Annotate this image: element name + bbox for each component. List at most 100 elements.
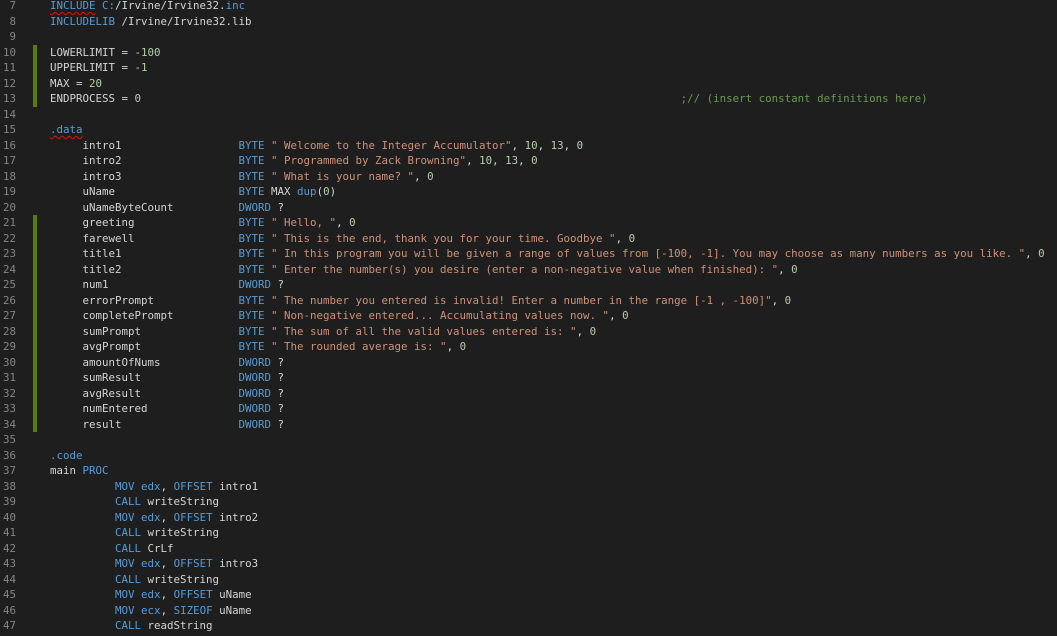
code-line[interactable]: 29 avgPrompt BYTE " The rounded average … <box>0 339 1057 355</box>
code-line[interactable]: 13 ENDPROCESS = 0 ;// (insert constant de… <box>0 91 1057 107</box>
line-number: 31 <box>2 371 16 384</box>
code-line[interactable]: 9 <box>0 29 1057 45</box>
code-line[interactable]: 19 uName BYTE MAX dup(0) <box>0 184 1057 200</box>
code-token: writeString <box>141 526 220 539</box>
code-line[interactable]: 23 title1 BYTE " In this program you wil… <box>0 246 1057 262</box>
code-line[interactable]: 22 farewell BYTE " This is the end, than… <box>0 230 1057 246</box>
code-token: edx <box>141 557 161 570</box>
code-token: ? <box>271 402 285 415</box>
code-token: inc <box>225 0 246 12</box>
code-line[interactable]: 30 amountOfNums DWORD ? <box>0 354 1057 370</box>
code-token: , <box>492 154 506 167</box>
code-editor[interactable]: 7 INCLUDE C:/Irvine/Irvine32.inc 8 INCLUDEL… <box>0 0 1057 636</box>
code-text: LOWERLIMIT = -100 <box>50 45 161 61</box>
code-line[interactable]: 7 INCLUDE C:/Irvine/Irvine32.inc <box>0 0 1057 14</box>
code-token: DWORD <box>238 386 272 400</box>
code-line[interactable]: 47 CALL readString <box>0 618 1057 634</box>
code-token: MOV <box>115 588 135 601</box>
code-line[interactable]: 36 .code <box>0 448 1057 464</box>
code-token: DWORD <box>238 402 272 415</box>
code-line[interactable]: 43 MOV edx, OFFSET intro3 <box>0 556 1057 572</box>
code-token: , <box>615 231 629 245</box>
code-line[interactable]: 27 completePrompt BYTE " Non-negative en… <box>0 308 1057 324</box>
code-token: OFFSET <box>173 557 213 570</box>
code-token: intro1 <box>212 479 259 493</box>
code-line[interactable]: 31 sumResult DWORD ? <box>0 370 1057 386</box>
modified-line-indicator <box>33 354 37 370</box>
code-token: , <box>160 588 174 601</box>
line-number: 30 <box>2 355 16 369</box>
code-line[interactable]: 37 main PROC <box>0 463 1057 479</box>
code-line[interactable]: 32 avgResult DWORD ? <box>0 385 1057 401</box>
line-number: 39 <box>2 495 16 508</box>
code-token: num1 <box>50 278 239 291</box>
modified-line-indicator <box>33 60 37 76</box>
code-token: DWORD <box>238 355 272 369</box>
code-line[interactable]: 20 uNameByteCount DWORD ? <box>0 200 1057 216</box>
code-token: writeString <box>141 495 220 508</box>
code-text: ENDPROCESS = 0 ;// (insert constant defi… <box>50 91 928 107</box>
code-line[interactable]: 11 UPPERLIMIT = -1 <box>0 60 1057 76</box>
line-number: 19 <box>2 185 16 198</box>
code-line[interactable]: 41 CALL writeString <box>0 525 1057 541</box>
code-token: MOV <box>115 603 135 617</box>
code-token: intro3 <box>50 169 239 183</box>
code-token: 0 <box>589 324 597 338</box>
code-line[interactable]: 10 LOWERLIMIT = -100 <box>0 44 1057 61</box>
code-token: sumPrompt <box>50 324 239 338</box>
code-line[interactable]: 40 MOV edx, OFFSET intro2 <box>0 510 1057 526</box>
code-token: , <box>160 510 174 524</box>
code-token: OFFSET <box>173 479 213 493</box>
code-text: intro1 BYTE " Welcome to the Integer Acc… <box>50 138 584 154</box>
code-token: farewell <box>50 231 239 245</box>
code-token: -100 <box>134 45 161 59</box>
code-line[interactable]: 24 title2 BYTE " Enter the number(s) you… <box>0 261 1057 277</box>
code-token: , <box>414 169 428 183</box>
code-token: UPPERLIMIT = <box>50 61 135 74</box>
code-line[interactable]: 28 sumPrompt BYTE " The sum of all the v… <box>0 323 1057 339</box>
code-line[interactable]: 38 MOV edx, OFFSET intro1 <box>0 479 1057 495</box>
code-line[interactable]: 45 MOV edx, OFFSET uName <box>0 587 1057 603</box>
code-line[interactable]: 26 errorPrompt BYTE " The number you ent… <box>0 292 1057 308</box>
code-token: intro1 <box>50 138 239 152</box>
line-number: 28 <box>2 324 16 338</box>
code-line[interactable]: 33 numEntered DWORD ? <box>0 401 1057 417</box>
code-line[interactable]: 34 result DWORD ? <box>0 416 1057 432</box>
code-text: MOV edx, OFFSET intro2 <box>50 510 258 526</box>
code-line[interactable]: 25 num1 DWORD ? <box>0 277 1057 293</box>
code-token: , <box>1025 247 1039 260</box>
code-line[interactable]: 42 CALL CrLf <box>0 541 1057 557</box>
code-line[interactable]: 46 MOV ecx, SIZEOF uName <box>0 603 1057 619</box>
modified-line-indicator <box>33 246 37 262</box>
line-number: 47 <box>2 619 16 632</box>
code-line[interactable]: 18 intro3 BYTE " What is your name? ", 0 <box>0 169 1057 185</box>
code-line[interactable]: 21 greeting BYTE " Hello, ", 0 <box>0 215 1057 231</box>
modified-line-indicator <box>33 385 37 401</box>
code-line[interactable]: 17 intro2 BYTE " Programmed by Zack Brow… <box>0 153 1057 169</box>
code-token: , <box>576 324 590 338</box>
line-number: 32 <box>2 386 16 400</box>
code-line[interactable]: 16 intro1 BYTE " Welcome to the Integer … <box>0 138 1057 154</box>
code-token: DWORD <box>238 278 272 291</box>
code-line[interactable]: 15 .data <box>0 122 1057 138</box>
code-token: " Programmed by Zack Browning" <box>271 154 467 167</box>
code-token: BYTE <box>238 340 265 353</box>
code-text: MOV edx, OFFSET uName <box>50 587 252 603</box>
code-line[interactable]: 12 MAX = 20 <box>0 75 1057 91</box>
code-token: CALL <box>115 526 142 539</box>
code-text: CALL CrLf <box>50 541 174 557</box>
code-token: " This is the end, thank you for your ti… <box>271 231 616 245</box>
code-token: main <box>50 464 83 477</box>
code-line[interactable]: 44 CALL writeString <box>0 572 1057 588</box>
code-line[interactable]: 14 <box>0 107 1057 123</box>
code-token: " The number you entered is invalid! Ent… <box>271 293 772 307</box>
line-number: 41 <box>2 526 16 539</box>
code-token: ENDPROCESS = <box>50 92 135 105</box>
code-line[interactable]: 35 <box>0 432 1057 448</box>
modified-line-indicator <box>33 44 37 60</box>
code-line[interactable]: 39 CALL writeString <box>0 494 1057 510</box>
code-token: uName <box>212 588 252 601</box>
modified-line-indicator <box>33 416 37 432</box>
code-line[interactable]: 8 INCLUDELIB /Irvine/Irvine32.lib <box>0 14 1057 30</box>
